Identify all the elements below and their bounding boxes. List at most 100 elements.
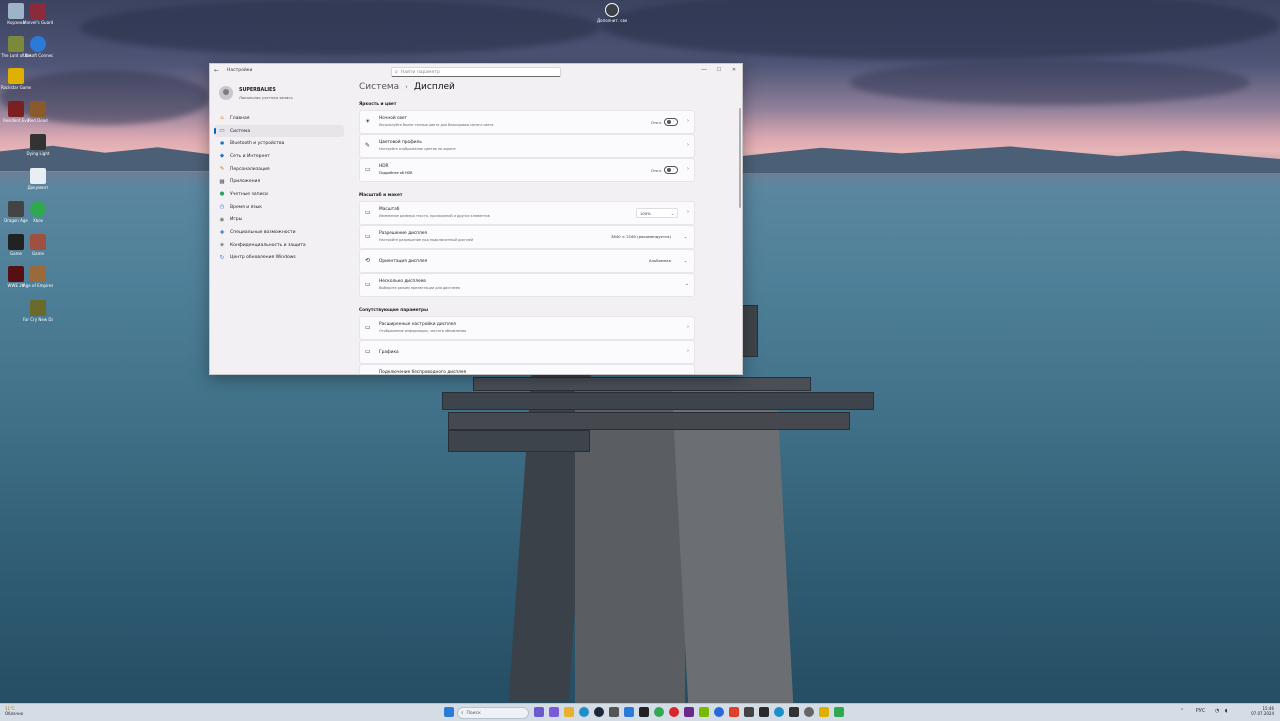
section-scale-layout: Масштаб и макет <box>359 193 403 198</box>
sidebar-item-accounts[interactable]: ● Учетные записи <box>214 188 344 201</box>
weather-text: Облачно <box>5 711 24 716</box>
desktop-icon-info[interactable]: Дополнит. сведения ... <box>597 3 627 35</box>
advanced-display-title: Расширенные настройки дисплея <box>379 322 456 327</box>
sidebar-item-personalization[interactable]: ✎ Персонализация <box>214 163 344 176</box>
gog-icon[interactable] <box>684 707 694 717</box>
hdr-title: HDR <box>379 164 389 169</box>
sidebar-item-windows-update[interactable]: ↻ Центр обновления Windows <box>214 252 344 265</box>
sidebar-item-accessibility[interactable]: ✚ Специальные возможности <box>214 226 344 239</box>
sidebar-item-label: Время и язык <box>230 204 262 210</box>
start-icon[interactable] <box>444 707 454 717</box>
sidebar-item-time-language[interactable]: ◷ Время и язык <box>214 201 344 214</box>
language-indicator[interactable]: РУС <box>1196 708 1206 714</box>
clock[interactable]: 15:46 07.07.2024 <box>1251 706 1274 716</box>
rockstar-icon[interactable] <box>819 707 829 717</box>
night-light-row[interactable]: ☀ Ночной свет Используйте более теплые ц… <box>359 110 695 134</box>
chrome-icon[interactable] <box>654 707 664 717</box>
nvidia-icon[interactable] <box>699 707 709 717</box>
desktop-icon-dying-light[interactable]: Dying Light <box>23 134 53 166</box>
system-tray[interactable]: ⌃ РУС ◔ ◖ <box>1180 708 1228 714</box>
sidebar-item-apps[interactable]: ▦ Приложения <box>214 175 344 188</box>
sidebar-item-system[interactable]: ▭ Система <box>214 124 344 138</box>
app-icon-3[interactable] <box>789 707 799 717</box>
ea-icon[interactable] <box>729 707 739 717</box>
explorer-icon[interactable] <box>564 707 574 717</box>
back-arrow-icon[interactable]: ← <box>214 67 219 74</box>
app-icon[interactable] <box>759 707 769 717</box>
opera-icon[interactable] <box>669 707 679 717</box>
chevron-right-icon: › <box>687 348 689 354</box>
desktop-icon-game-2[interactable]: Game <box>23 234 53 266</box>
xbox-icon[interactable] <box>834 707 844 717</box>
app-icon-2[interactable] <box>774 707 784 717</box>
chevron-down-icon[interactable]: ⌄ <box>685 281 689 287</box>
hdr-row[interactable]: ▭ HDR Подробнее об HDR Откл. › <box>359 158 695 182</box>
ubisoft-icon[interactable] <box>714 707 724 717</box>
epic-icon[interactable] <box>639 707 649 717</box>
accounts-icon: ● <box>219 191 225 198</box>
night-light-toggle[interactable] <box>664 118 678 126</box>
avatar[interactable] <box>219 86 233 100</box>
desktop-icon-document[interactable]: Документ <box>23 168 53 200</box>
sidebar-item-label: Персонализация <box>230 166 270 172</box>
sidebar-item-network[interactable]: ◆ Сеть и Интернет <box>214 150 344 163</box>
user-name: SUPERBALIES <box>239 88 276 93</box>
shield-icon: ◈ <box>219 242 225 249</box>
settings-icon[interactable] <box>609 707 619 717</box>
chevron-up-icon[interactable]: ⌃ <box>1180 708 1184 714</box>
breadcrumb-parent[interactable]: Система <box>359 82 399 92</box>
chevron-right-icon: › <box>687 166 689 172</box>
desktop-icon-guardians[interactable]: Marvel's Guardians ... <box>23 3 53 35</box>
close-button[interactable]: ✕ <box>727 67 741 73</box>
sun-icon: ☀ <box>365 118 371 125</box>
search-icon: ⌕ <box>395 69 398 75</box>
resolution-row[interactable]: ▭ Разрешение дисплея Настройте разрешени… <box>359 225 695 249</box>
graphics-row[interactable]: ▭ Графика › <box>359 340 695 364</box>
settings-search-input[interactable]: ⌕ Найти параметр <box>391 67 561 77</box>
multiple-displays-row[interactable]: ▭ Несколько дисплеев Выберите режим през… <box>359 273 695 297</box>
desktop-icon-xbox[interactable]: Xbox <box>23 201 53 233</box>
desktop-icon-ubisoft[interactable]: Ubisoft Connect <box>23 36 53 68</box>
desktop-icon-age-of-empires[interactable]: Age of Empires <box>23 266 53 298</box>
orientation-dropdown[interactable]: Альбомная ⌄ <box>646 256 690 264</box>
orientation-row[interactable]: ⟲ Ориентация дисплея Альбомная ⌄ <box>359 249 695 273</box>
minimize-button[interactable]: — <box>697 66 711 73</box>
maximize-button[interactable]: ☐ <box>712 67 726 73</box>
chevron-right-icon: › <box>687 118 689 124</box>
scrollbar[interactable] <box>739 108 741 208</box>
sidebar-item-games[interactable]: ◉ Игры <box>214 214 344 227</box>
taskbar-search[interactable]: ⌕ Поиск <box>457 707 529 719</box>
desktop-icon-rockstar[interactable]: Rockstar Games Launcher <box>1 68 31 100</box>
sidebar-item-bluetooth[interactable]: ✱ Bluetooth и устройства <box>214 137 344 150</box>
media-icon[interactable] <box>744 707 754 717</box>
desktop-icon-far-cry[interactable]: Far Cry New Dawn <box>23 300 53 332</box>
weather-widget[interactable]: 11°C Облачно <box>5 706 23 716</box>
bluetooth-icon: ✱ <box>219 140 225 147</box>
desktop-icon-red-dead[interactable]: Red Dead <box>23 101 53 133</box>
pen-icon: ✎ <box>365 142 371 149</box>
account-type[interactable]: Локальная учетная запись <box>239 95 293 100</box>
app-icon-4[interactable] <box>804 707 814 717</box>
hdr-link[interactable]: Подробнее об HDR <box>379 171 413 175</box>
sidebar-item-label: Игры <box>230 217 243 223</box>
page-title: Дисплей <box>413 82 455 92</box>
scale-row[interactable]: ▭ Масштаб Изменение размера текста, прил… <box>359 201 695 225</box>
monitor-icon: ▭ <box>365 324 371 331</box>
sidebar-item-privacy[interactable]: ◈ Конфиденциальность и защита <box>214 239 344 252</box>
volume-icon[interactable]: ◖ <box>1225 708 1228 714</box>
scale-value: 100% <box>640 210 651 216</box>
network-icon[interactable]: ◔ <box>1215 708 1219 714</box>
graphics-title: Графика <box>379 350 399 355</box>
color-profile-row[interactable]: ✎ Цветовой профиль Настройте отображение… <box>359 134 695 158</box>
chat-icon[interactable] <box>549 707 559 717</box>
scale-dropdown[interactable]: 100% ⌄ <box>636 208 678 218</box>
store-icon[interactable] <box>624 707 634 717</box>
widgets-icon[interactable] <box>534 707 544 717</box>
steam-icon[interactable] <box>594 707 604 717</box>
advanced-display-row[interactable]: ▭ Расширенные настройки дисплея Отображе… <box>359 316 695 340</box>
edge-icon[interactable] <box>579 707 589 717</box>
hdr-toggle[interactable] <box>664 166 678 174</box>
wireless-display-row[interactable]: Подключение беспроводного дисплея <box>359 364 695 374</box>
sidebar-item-home[interactable]: ⌂ Главная <box>214 112 344 125</box>
resolution-dropdown[interactable]: 3840 × 2160 (рекомендуется) ⌄ <box>608 232 690 240</box>
